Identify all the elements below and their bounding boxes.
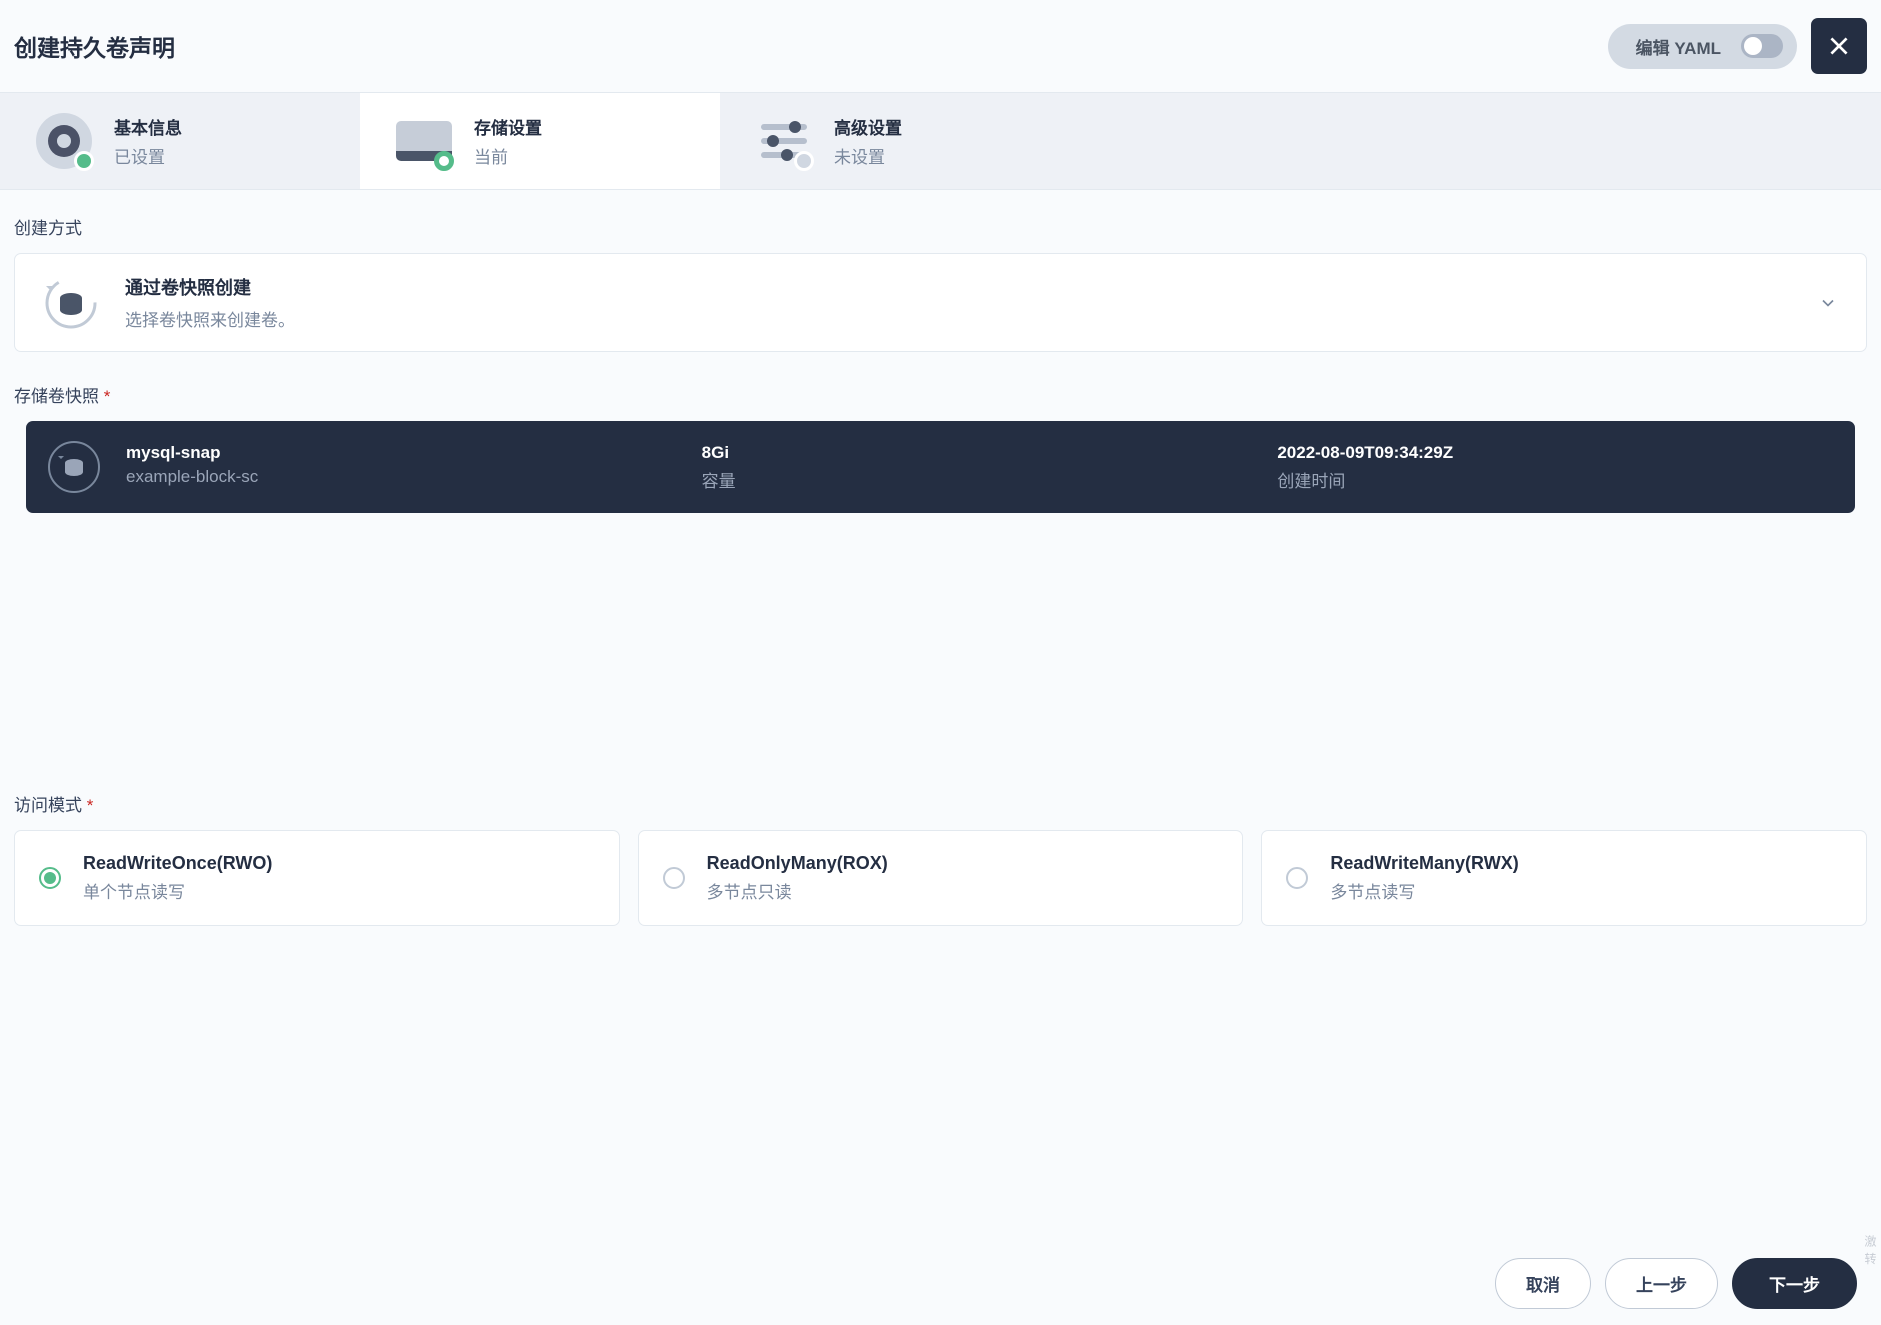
mode-title: ReadWriteOnce(RWO) — [83, 853, 272, 874]
snapshot-icon — [48, 441, 100, 493]
step-storage-settings[interactable]: 存储设置 当前 — [360, 93, 720, 189]
next-button[interactable]: 下一步 — [1732, 1258, 1857, 1309]
edit-yaml-toggle[interactable]: 编辑 YAML — [1608, 24, 1797, 69]
access-mode-group: ReadWriteOnce(RWO) 单个节点读写 ReadOnlyMany(R… — [14, 830, 1867, 926]
radio-icon — [663, 867, 685, 889]
mode-description: 多节点读写 — [1330, 878, 1518, 903]
snapshot-name: mysql-snap — [126, 443, 682, 463]
close-button[interactable] — [1811, 18, 1867, 74]
chevron-down-icon — [1818, 293, 1838, 313]
access-mode-label: 访问模式 — [14, 791, 1867, 816]
content-area: 创建方式 通过卷快照创建 选择卷快照来创建卷。 存储卷快照 mysql-snap… — [0, 190, 1881, 1046]
sliders-icon — [756, 113, 812, 169]
stepper: 基本信息 已设置 存储设置 当前 高级设置 未设置 — [0, 92, 1881, 190]
footer-actions: 取消 上一步 下一步 — [0, 1242, 1881, 1325]
create-method-label: 创建方式 — [14, 214, 1867, 239]
step-advanced-settings[interactable]: 高级设置 未设置 — [720, 93, 1080, 189]
snapshot-item-selected[interactable]: mysql-snap example-block-sc 8Gi 容量 2022-… — [26, 421, 1855, 513]
step-title: 高级设置 — [834, 114, 902, 139]
mode-title: ReadWriteMany(RWX) — [1330, 853, 1518, 874]
step-status: 已设置 — [114, 143, 182, 168]
info-icon — [36, 113, 92, 169]
snapshot-list: mysql-snap example-block-sc 8Gi 容量 2022-… — [14, 421, 1867, 761]
snapshot-restore-icon — [43, 275, 99, 331]
mode-title: ReadOnlyMany(ROX) — [707, 853, 888, 874]
modal-header: 创建持久卷声明 编辑 YAML — [0, 0, 1881, 92]
radio-selected-icon — [39, 867, 61, 889]
yaml-toggle-label: 编辑 YAML — [1636, 34, 1721, 59]
radio-icon — [1286, 867, 1308, 889]
step-status: 当前 — [474, 143, 542, 168]
snapshot-capacity: 8Gi — [702, 443, 1258, 463]
header-actions: 编辑 YAML — [1608, 18, 1867, 74]
snapshot-label: 存储卷快照 — [14, 382, 1867, 407]
created-label: 创建时间 — [1277, 467, 1833, 492]
snapshot-created-at: 2022-08-09T09:34:29Z — [1277, 443, 1833, 463]
page-title: 创建持久卷声明 — [14, 29, 175, 63]
watermark-text: 激 转 — [1862, 1235, 1879, 1265]
storage-icon — [396, 113, 452, 169]
toggle-switch-icon — [1741, 34, 1783, 58]
close-icon — [1826, 33, 1852, 59]
access-mode-rox[interactable]: ReadOnlyMany(ROX) 多节点只读 — [638, 830, 1244, 926]
method-title: 通过卷快照创建 — [125, 274, 1792, 300]
step-title: 基本信息 — [114, 114, 182, 139]
step-basic-info[interactable]: 基本信息 已设置 — [0, 93, 360, 189]
snapshot-storage-class: example-block-sc — [126, 467, 682, 487]
access-mode-rwx[interactable]: ReadWriteMany(RWX) 多节点读写 — [1261, 830, 1867, 926]
step-status: 未设置 — [834, 143, 902, 168]
mode-description: 多节点只读 — [707, 878, 888, 903]
cancel-button[interactable]: 取消 — [1495, 1258, 1591, 1309]
step-title: 存储设置 — [474, 114, 542, 139]
method-description: 选择卷快照来创建卷。 — [125, 306, 1792, 331]
previous-button[interactable]: 上一步 — [1605, 1258, 1718, 1309]
capacity-label: 容量 — [702, 467, 1258, 492]
access-mode-rwo[interactable]: ReadWriteOnce(RWO) 单个节点读写 — [14, 830, 620, 926]
mode-description: 单个节点读写 — [83, 878, 272, 903]
create-method-selector[interactable]: 通过卷快照创建 选择卷快照来创建卷。 — [14, 253, 1867, 352]
